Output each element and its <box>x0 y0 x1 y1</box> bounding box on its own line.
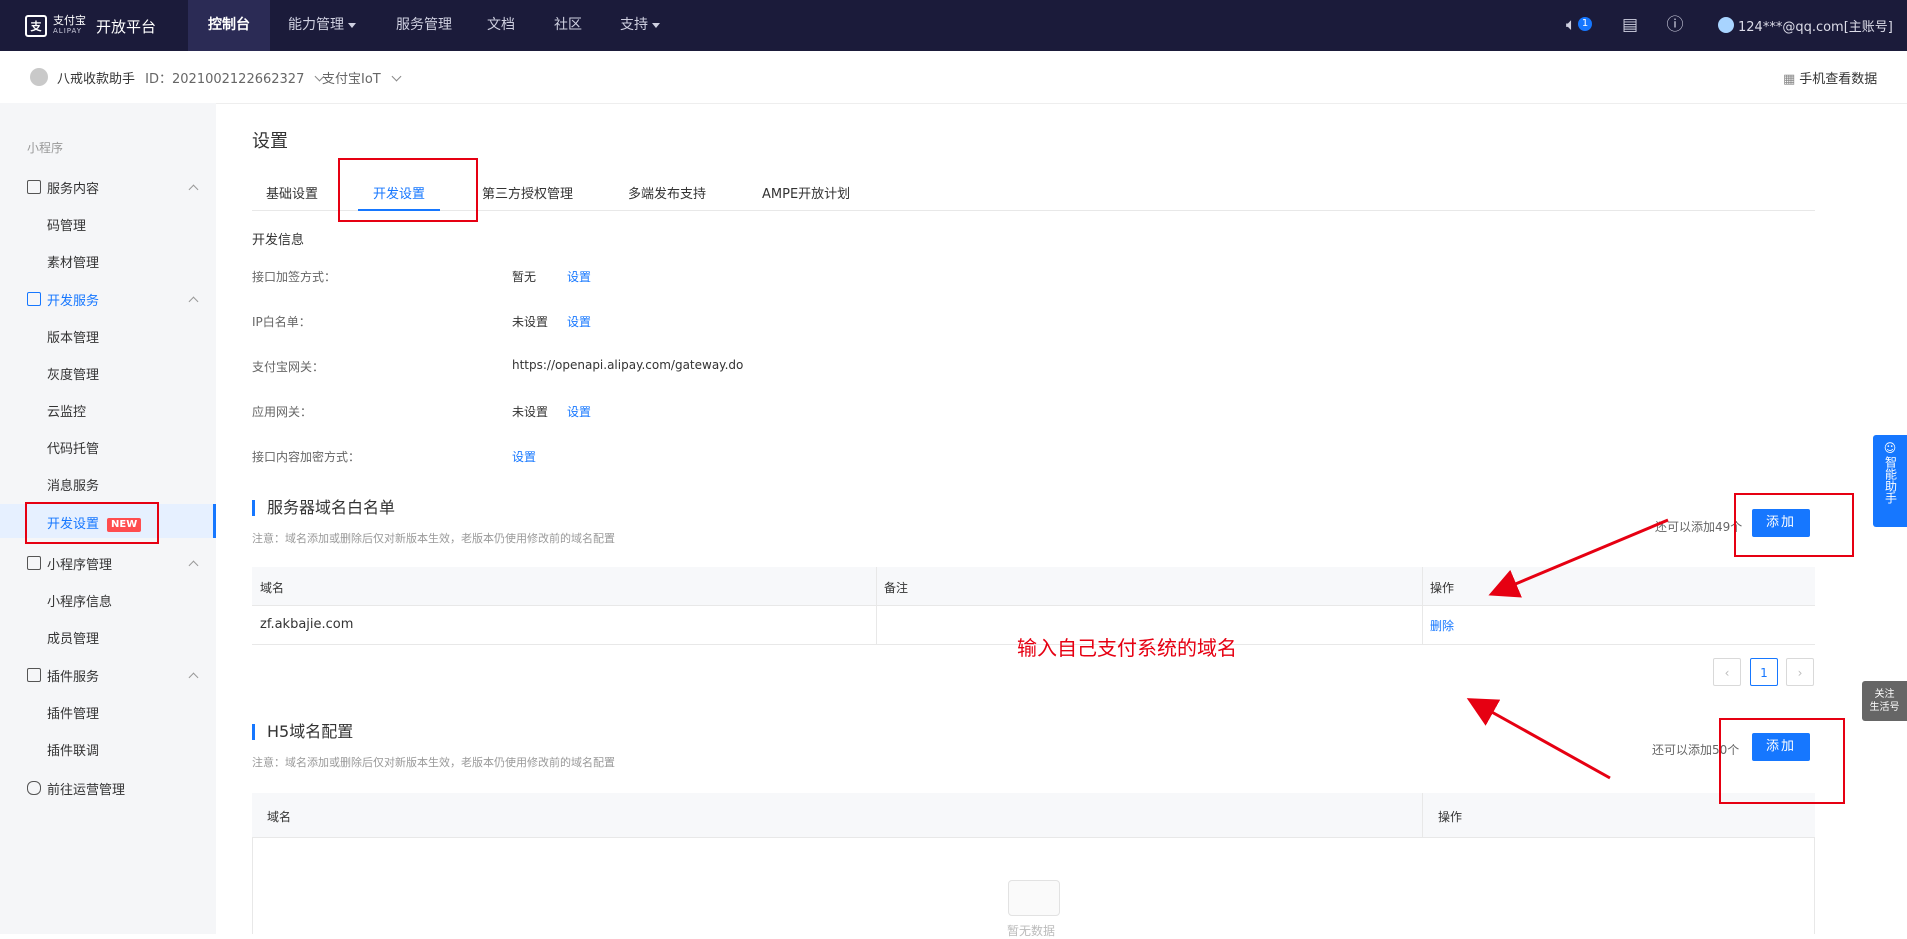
follow-label-2: 生活号 <box>1869 702 1900 713</box>
robot-icon: ☺ <box>1883 441 1897 455</box>
follow-float-button[interactable]: 关注 生活号 <box>1862 681 1907 721</box>
arrow-to-action-column <box>1488 518 1669 598</box>
follow-label-1: 关注 <box>1874 689 1895 700</box>
assistant-float-button[interactable]: ☺ 智能助手 <box>1873 435 1907 527</box>
annotation-text: 输入自己支付系统的域名 <box>1017 636 1237 660</box>
assistant-label: 智能助手 <box>1883 456 1898 504</box>
annotation-arrows <box>1466 518 1669 780</box>
arrow-to-table <box>1466 698 1611 780</box>
